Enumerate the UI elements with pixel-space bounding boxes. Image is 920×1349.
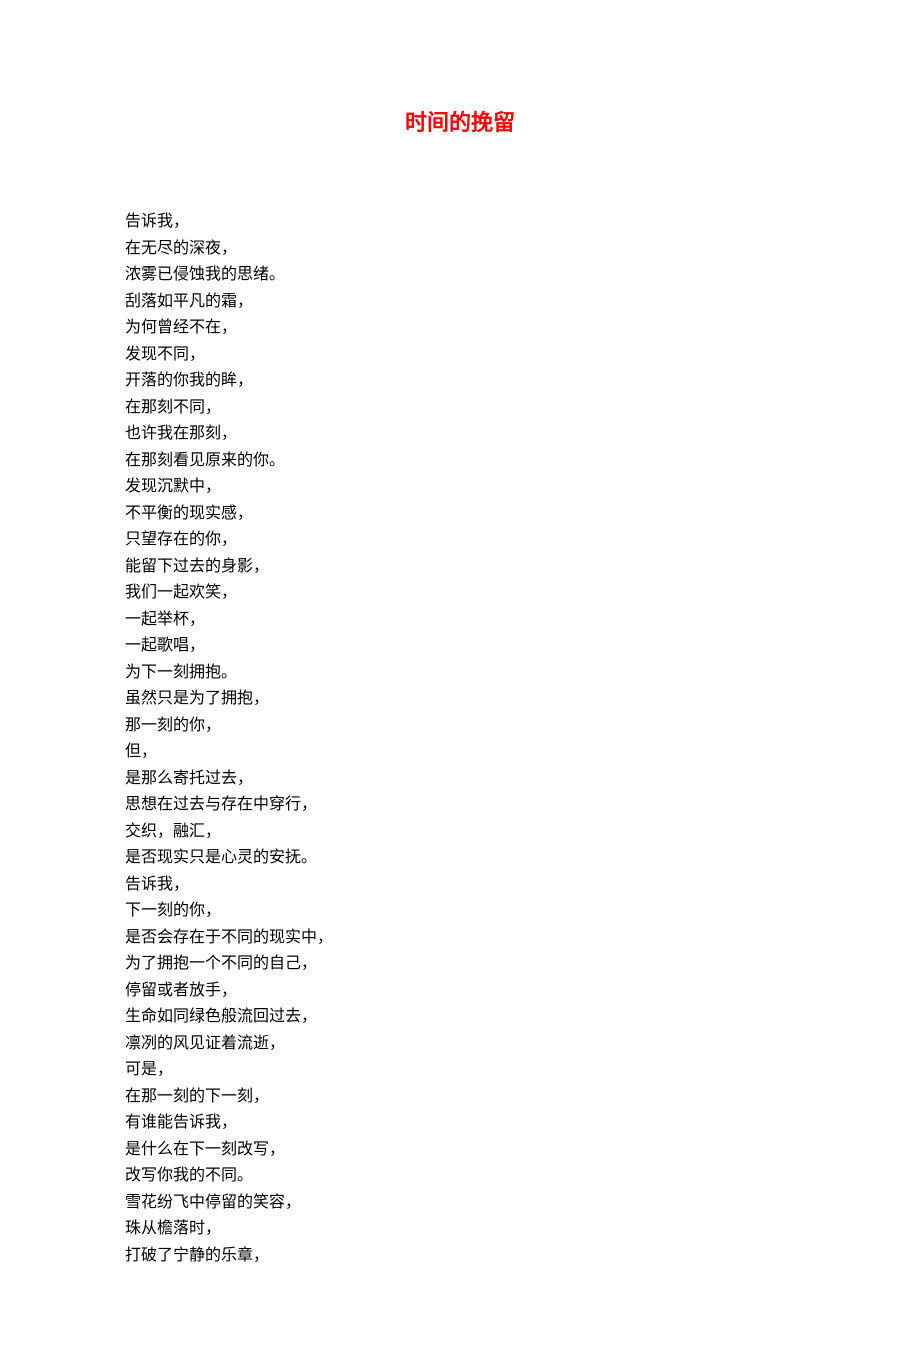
poem-line: 刮落如平凡的霜， [125, 289, 795, 316]
poem-line: 但， [125, 739, 795, 766]
poem-line: 我们一起欢笑， [125, 580, 795, 607]
poem-line: 一起歌唱， [125, 633, 795, 660]
poem-line: 珠从檐落时， [125, 1216, 795, 1243]
poem-line: 下一刻的你， [125, 898, 795, 925]
poem-line: 停留或者放手， [125, 978, 795, 1005]
poem-line: 那一刻的你， [125, 713, 795, 740]
poem-line: 在那刻看见原来的你。 [125, 448, 795, 475]
poem-line: 告诉我， [125, 872, 795, 899]
poem-line: 一起举杯， [125, 607, 795, 634]
poem-line: 是否会存在于不同的现实中， [125, 925, 795, 952]
poem-line: 浓雾已侵蚀我的思绪。 [125, 262, 795, 289]
poem-line: 告诉我， [125, 209, 795, 236]
poem-line: 凛冽的风见证着流逝， [125, 1031, 795, 1058]
poem-line: 为下一刻拥抱。 [125, 660, 795, 687]
poem-line: 是那么寄托过去， [125, 766, 795, 793]
poem-line: 只望存在的你， [125, 527, 795, 554]
poem-line: 也许我在那刻， [125, 421, 795, 448]
poem-line: 为了拥抱一个不同的自己， [125, 951, 795, 978]
poem-line: 思想在过去与存在中穿行， [125, 792, 795, 819]
poem-line: 开落的你我的眸， [125, 368, 795, 395]
page-title: 时间的挽留 [125, 105, 795, 137]
poem-line: 发现沉默中， [125, 474, 795, 501]
poem-line: 发现不同， [125, 342, 795, 369]
poem-line: 改写你我的不同。 [125, 1163, 795, 1190]
poem-line: 不平衡的现实感， [125, 501, 795, 528]
poem-line: 在那刻不同， [125, 395, 795, 422]
poem-line: 为何曾经不在， [125, 315, 795, 342]
poem-line: 能留下过去的身影， [125, 554, 795, 581]
poem-line: 有谁能告诉我， [125, 1110, 795, 1137]
poem-line: 是否现实只是心灵的安抚。 [125, 845, 795, 872]
poem-line: 打破了宁静的乐章， [125, 1243, 795, 1270]
poem-line: 在那一刻的下一刻， [125, 1084, 795, 1111]
poem-line: 交织，融汇， [125, 819, 795, 846]
poem-line: 是什么在下一刻改写， [125, 1137, 795, 1164]
poem-line: 生命如同绿色般流回过去， [125, 1004, 795, 1031]
poem-line: 可是， [125, 1057, 795, 1084]
poem-line: 在无尽的深夜， [125, 236, 795, 263]
poem-line: 雪花纷飞中停留的笑容， [125, 1190, 795, 1217]
poem-line: 虽然只是为了拥抱， [125, 686, 795, 713]
poem-body: 告诉我，在无尽的深夜，浓雾已侵蚀我的思绪。刮落如平凡的霜，为何曾经不在，发现不同… [125, 209, 795, 1269]
